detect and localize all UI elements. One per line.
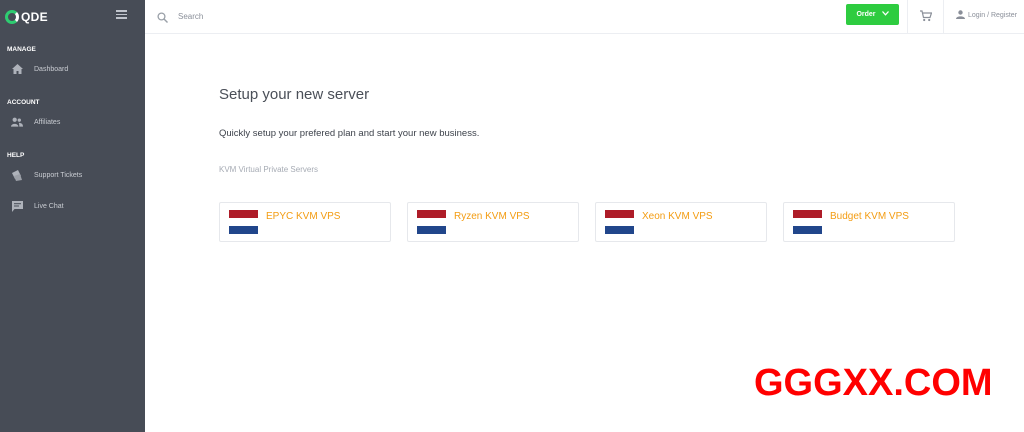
topbar-divider <box>907 0 908 34</box>
sidebar-section-manage: MANAGE <box>7 46 36 53</box>
sidebar-item-dashboard[interactable]: Dashboard <box>0 58 145 80</box>
sidebar-item-live-chat[interactable]: Live Chat <box>0 195 145 217</box>
plan-card-label: EPYC KVM VPS <box>266 211 341 222</box>
plan-card-budget[interactable]: Budget KVM VPS <box>783 202 955 242</box>
netherlands-flag-icon <box>793 210 822 234</box>
sidebar-section-help: HELP <box>7 152 25 159</box>
search-input[interactable] <box>178 8 478 24</box>
netherlands-flag-icon <box>229 210 258 234</box>
logo-icon <box>5 10 19 24</box>
order-button-label: Order <box>856 11 876 18</box>
sidebar-item-label: Live Chat <box>34 202 64 210</box>
sidebar-section-account: ACCOUNT <box>7 99 40 106</box>
plan-card-ryzen[interactable]: Ryzen KVM VPS <box>407 202 579 242</box>
plan-card-xeon[interactable]: Xeon KVM VPS <box>595 202 767 242</box>
users-icon <box>11 116 23 128</box>
sidebar-item-label: Support Tickets <box>34 171 83 179</box>
topbar-divider <box>943 0 944 34</box>
logo[interactable]: QDE <box>5 10 48 24</box>
search-icon <box>157 10 168 23</box>
section-label: KVM Virtual Private Servers <box>219 165 318 174</box>
sidebar: QDE MANAGE Dashboard ACCOUNT Affiliates … <box>0 0 145 432</box>
chat-icon <box>11 200 23 212</box>
plan-card-label: Budget KVM VPS <box>830 211 909 222</box>
sidebar-item-label: Affiliates <box>34 118 61 126</box>
login-register-link[interactable]: Login / Register <box>956 10 1017 21</box>
netherlands-flag-icon <box>417 210 446 234</box>
plan-card-epyc[interactable]: EPYC KVM VPS <box>219 202 391 242</box>
plan-card-label: Xeon KVM VPS <box>642 211 713 222</box>
tickets-icon <box>11 169 23 181</box>
sidebar-item-support-tickets[interactable]: Support Tickets <box>0 164 145 186</box>
order-button[interactable]: Order <box>846 4 899 25</box>
chevron-down-icon <box>881 11 889 18</box>
sidebar-item-affiliates[interactable]: Affiliates <box>0 111 145 133</box>
user-icon <box>956 10 965 21</box>
watermark-text: GGGXX.COM <box>754 362 993 404</box>
home-icon <box>11 63 23 75</box>
top-bar: Order Login / Register <box>145 0 1024 34</box>
page-title: Setup your new server <box>219 86 370 103</box>
menu-toggle-icon[interactable] <box>116 10 127 19</box>
brand-name: QDE <box>21 10 48 24</box>
cart-icon[interactable] <box>920 9 933 22</box>
netherlands-flag-icon <box>605 210 634 234</box>
plan-card-label: Ryzen KVM VPS <box>454 211 530 222</box>
sidebar-item-label: Dashboard <box>34 65 69 73</box>
page-subtitle: Quickly setup your prefered plan and sta… <box>219 128 480 139</box>
login-register-label: Login / Register <box>968 12 1018 19</box>
